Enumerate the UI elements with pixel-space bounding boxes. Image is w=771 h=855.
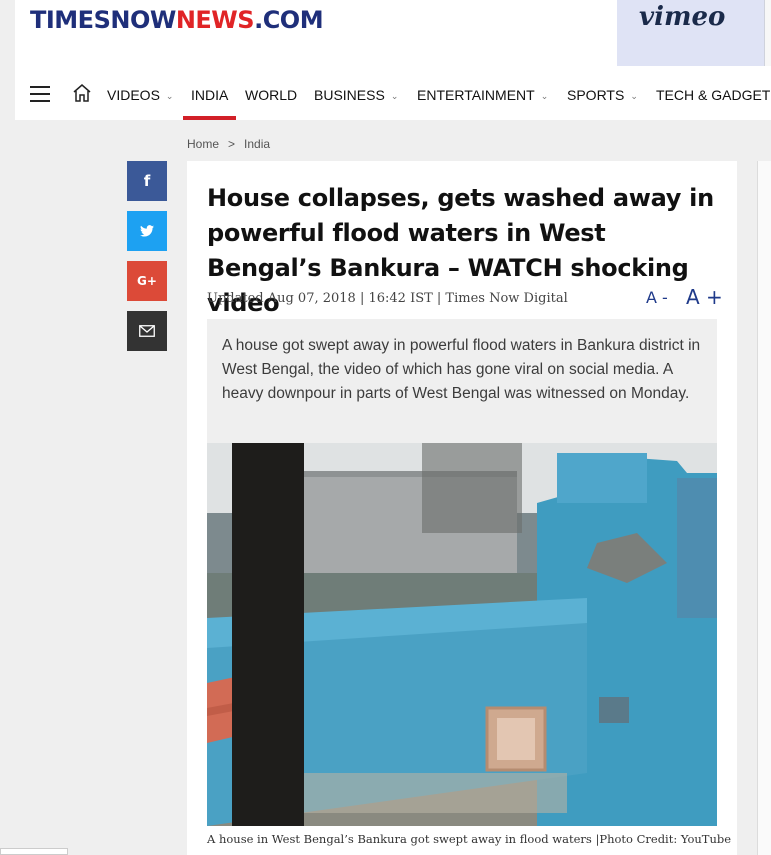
photo-caption: A house in West Bengal’s Bankura got swe…	[207, 832, 732, 846]
breadcrumb-current[interactable]: India	[244, 137, 270, 151]
nav-item-label: BUSINESS	[314, 87, 385, 103]
font-increase-button[interactable]: A +	[686, 285, 723, 309]
nav-item-label: ENTERTAINMENT	[417, 87, 535, 103]
nav-item-label: VIDEOS	[107, 87, 160, 103]
nav-item-sports[interactable]: SPORTS ⌄	[567, 87, 638, 103]
chevron-down-icon: ⌄	[540, 91, 549, 101]
nav-item-tech-gadgets[interactable]: TECH & GADGETS	[656, 87, 771, 103]
logo-text-news: NEWS	[175, 6, 255, 34]
nav-item-label: SPORTS	[567, 87, 625, 103]
scrollbar[interactable]	[0, 848, 68, 855]
font-decrease-button[interactable]: A -	[646, 288, 668, 307]
article-photo[interactable]	[207, 443, 717, 826]
site-header: TIMESNOWNEWS.COM vimeo VIDEOS ⌄ INDIA WOR…	[15, 0, 771, 120]
google-plus-share-button[interactable]: G+	[127, 261, 167, 301]
ad-banner[interactable]: vimeo	[617, 0, 771, 66]
nav-item-label: WORLD	[245, 87, 298, 103]
nav-item-india[interactable]: INDIA	[191, 87, 228, 103]
hamburger-menu-icon[interactable]	[30, 86, 50, 102]
ad-logo: vimeo	[639, 2, 726, 32]
breadcrumb: Home > India	[187, 137, 270, 151]
breadcrumb-home-link[interactable]: Home	[187, 137, 219, 151]
envelope-icon	[139, 325, 155, 337]
nav-item-label: INDIA	[191, 87, 229, 103]
active-nav-indicator	[183, 116, 236, 120]
google-plus-icon: G+	[137, 274, 157, 288]
nav-item-label: TECH & GADGETS	[656, 87, 771, 103]
ad-edge	[764, 0, 771, 66]
email-share-button[interactable]	[127, 311, 167, 351]
article-summary: A house got swept away in powerful flood…	[207, 319, 717, 443]
nav-item-world[interactable]: WORLD	[245, 87, 297, 103]
logo-text-timesnow: TIMESNOW	[30, 6, 176, 34]
chevron-down-icon: ⌄	[165, 91, 174, 101]
chevron-down-icon: ⌄	[390, 91, 399, 101]
site-logo[interactable]: TIMESNOWNEWS.COM	[30, 6, 324, 34]
breadcrumb-separator: >	[228, 137, 236, 151]
sidebar-edge	[757, 161, 771, 855]
article-meta: Updated Aug 07, 2018 | 16:42 IST | Times…	[207, 291, 568, 306]
home-icon[interactable]	[71, 82, 93, 104]
nav-item-videos[interactable]: VIDEOS ⌄	[107, 87, 173, 103]
twitter-share-button[interactable]	[127, 211, 167, 251]
main-nav: VIDEOS ⌄ INDIA WORLD BUSINESS ⌄ ENTERTAINM…	[15, 74, 771, 120]
nav-item-entertainment[interactable]: ENTERTAINMENT ⌄	[417, 87, 548, 103]
article-card: House collapses, gets washed away in pow…	[187, 161, 737, 855]
facebook-share-button[interactable]: f	[127, 161, 167, 201]
twitter-icon	[140, 225, 154, 237]
chevron-down-icon: ⌄	[630, 91, 638, 101]
nav-item-business[interactable]: BUSINESS ⌄	[314, 87, 398, 103]
logo-text-com: .COM	[254, 6, 324, 34]
facebook-icon: f	[143, 172, 151, 190]
